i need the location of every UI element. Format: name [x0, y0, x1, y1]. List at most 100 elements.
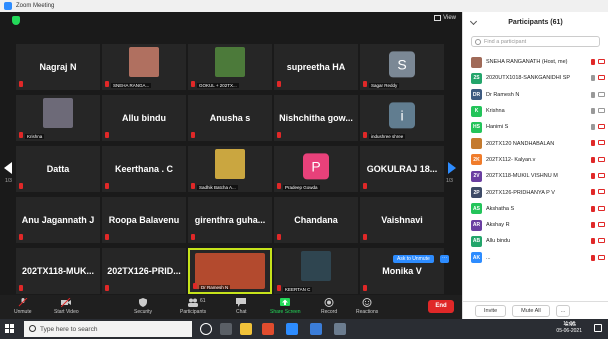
participant-row[interactable]: K Krishna: [463, 103, 608, 119]
video-tile[interactable]: S Sagar Reddy: [360, 44, 444, 90]
ask-to-unmute-button[interactable]: Ask to Unmute: [393, 255, 434, 263]
task-view-icon[interactable]: [220, 323, 232, 335]
next-page-arrow-icon[interactable]: [448, 162, 456, 174]
notification-icon[interactable]: [594, 324, 602, 332]
mic-icon: [591, 107, 595, 114]
participant-row[interactable]: AK...: [463, 250, 608, 266]
participant-avatar: DR: [471, 89, 482, 101]
word-icon[interactable]: [310, 323, 322, 335]
video-tile[interactable]: KEERTAN C: [274, 248, 358, 294]
video-tile[interactable]: P Pradeep Gowda: [274, 146, 358, 192]
muted-mic-icon: [277, 81, 281, 87]
muted-mic-icon: [591, 221, 595, 228]
video-tile[interactable]: Nishchitha gow...: [274, 95, 358, 141]
video-tile[interactable]: Vaishnavi: [360, 197, 444, 243]
participant-row[interactable]: 2S 2020UTX1018-SANKGANIDHI SP: [463, 70, 608, 86]
record-button[interactable]: Record: [321, 298, 337, 315]
participant-row[interactable]: AS Akshatha S: [463, 201, 608, 217]
participant-row[interactable]: AB Allu bindu: [463, 233, 608, 249]
video-tile[interactable]: i indushree shree: [360, 95, 444, 141]
camera-off-icon: [598, 75, 605, 81]
participant-row[interactable]: 2K 202TX112- Kalyan.v: [463, 152, 608, 168]
muted-mic-icon: [19, 132, 23, 138]
video-tile[interactable]: Chandana: [274, 197, 358, 243]
mute-all-button[interactable]: Mute All: [512, 304, 550, 317]
video-tile[interactable]: supreetha HA: [274, 44, 358, 90]
taskbar-search-input[interactable]: Type here to search: [24, 321, 192, 337]
participant-row[interactable]: HS Hanimi S: [463, 119, 608, 135]
view-button[interactable]: View: [434, 15, 456, 21]
security-button[interactable]: Security: [134, 298, 152, 315]
end-meeting-button[interactable]: End: [428, 300, 454, 313]
participant-row[interactable]: 2P 202TX126-PRIDHANYA P V: [463, 184, 608, 200]
zoom-taskbar-icon[interactable]: [286, 323, 298, 335]
muted-mic-icon: [277, 132, 281, 138]
participant-label: Sadhik Batcha A...: [197, 185, 238, 190]
video-tile[interactable]: GOKULRAJ 18...: [360, 146, 444, 192]
collapse-chevron-icon[interactable]: [469, 17, 478, 26]
start-video-button[interactable]: Start Video: [54, 298, 79, 315]
participant-name: Chandana: [294, 215, 338, 225]
unmute-label: Unmute: [14, 309, 32, 315]
video-tile[interactable]: Anusha s: [188, 95, 272, 141]
participant-row[interactable]: AR Akshay R: [463, 217, 608, 233]
video-tile[interactable]: Allu bindu: [102, 95, 186, 141]
participant-name: 202TX118-MUK...: [21, 266, 95, 276]
clock[interactable]: 11:06 05-06-2021: [556, 321, 582, 335]
unmute-button[interactable]: Unmute: [14, 298, 32, 315]
video-tile[interactable]: Datta: [16, 146, 100, 192]
video-tile[interactable]: GOKUL + 202TX...: [188, 44, 272, 90]
participant-name: supreetha HA: [286, 62, 346, 72]
windows-taskbar: Type here to search ENG 11:06 05-06-2021: [0, 319, 608, 339]
participant-row[interactable]: 2V 202TX118-MUKIL VISHNU M: [463, 168, 608, 184]
muted-mic-icon: [19, 183, 23, 189]
participant-name: Monika V: [382, 266, 422, 276]
participant-name: Nagraj N: [39, 62, 77, 72]
video-tile[interactable]: girenthra guha...: [188, 197, 272, 243]
meeting-area: View 1/3 1/3 Nagraj N SNEHA RANGA... GOKUL…: [0, 12, 462, 310]
video-tile[interactable]: Sadhik Batcha A...: [188, 146, 272, 192]
participant-name: Datta: [46, 164, 70, 174]
muted-mic-icon: [105, 234, 109, 240]
participant-label: Sagar Reddy: [369, 83, 400, 88]
muted-mic-icon: [591, 238, 595, 245]
share-screen-button[interactable]: Share Screen: [270, 298, 301, 315]
video-grid: Nagraj N SNEHA RANGA... GOKUL + 202TX... su…: [16, 44, 444, 300]
video-tile[interactable]: Krishna: [16, 95, 100, 141]
security-shield-icon[interactable]: [12, 16, 20, 25]
participant-name: Dr Ramesh N: [486, 91, 520, 98]
muted-mic-icon: [191, 234, 195, 240]
video-tile[interactable]: Nagraj N: [16, 44, 100, 90]
windows-start-icon[interactable]: [5, 324, 14, 333]
cortana-icon[interactable]: [200, 323, 212, 335]
participant-row[interactable]: 202TX120 NANDHABALAN: [463, 135, 608, 151]
video-tile[interactable]: 202TX126-PRID...: [102, 248, 186, 294]
participants-panel-title: Participants (61): [508, 18, 563, 26]
participant-label: Dr Ramesh N: [199, 285, 231, 290]
participant-row[interactable]: SNEHA RANGANATH (Host, me): [463, 54, 608, 70]
reactions-button[interactable]: Reactions: [356, 298, 378, 315]
participant-name: Roopa Balavenu: [108, 215, 180, 225]
participants-label: Participants: [180, 309, 207, 315]
participant-avatar: i: [389, 102, 415, 129]
muted-mic-icon: [363, 183, 367, 189]
ask-to-unmute-more-button[interactable]: ···: [440, 255, 449, 263]
chat-icon: [236, 298, 247, 307]
invite-button[interactable]: Invite: [475, 304, 507, 317]
prev-page-arrow-icon[interactable]: [4, 162, 12, 174]
video-tile[interactable]: 202TX118-MUK...: [16, 248, 100, 294]
chat-button[interactable]: Chat: [236, 298, 247, 315]
muted-mic-icon: [19, 285, 23, 291]
video-tile[interactable]: Roopa Balavenu: [102, 197, 186, 243]
video-tile[interactable]: Dr Ramesh N: [188, 248, 272, 294]
chrome-icon[interactable]: [262, 323, 274, 335]
app-icon[interactable]: [334, 323, 346, 335]
panel-more-button[interactable]: ...: [555, 304, 571, 317]
video-tile[interactable]: Anu Jagannath J: [16, 197, 100, 243]
video-tile[interactable]: Keerthana . C: [102, 146, 186, 192]
participant-row[interactable]: DR Dr Ramesh N: [463, 87, 608, 103]
find-participant-input[interactable]: Find a participant: [471, 36, 600, 47]
participant-video: [215, 47, 245, 77]
file-explorer-icon[interactable]: [240, 323, 252, 335]
video-tile[interactable]: SNEHA RANGA...: [102, 44, 186, 90]
